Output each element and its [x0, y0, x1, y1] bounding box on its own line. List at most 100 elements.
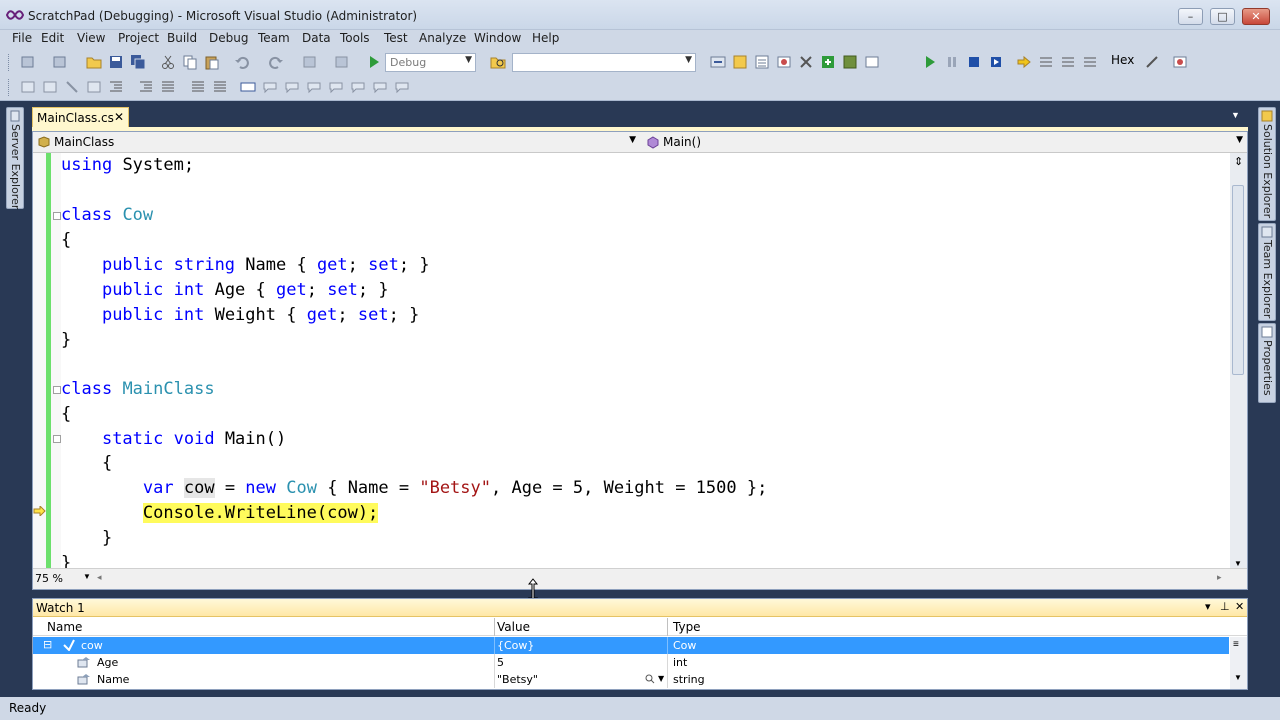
- outline-collapse-main[interactable]: [53, 435, 61, 443]
- tab-dropdown-icon[interactable]: ▼: [1231, 110, 1240, 120]
- toolbar-grip[interactable]: [8, 54, 11, 71]
- paste-icon[interactable]: [204, 54, 220, 70]
- break-all-icon[interactable]: [944, 54, 960, 70]
- previous-bookmark-in-document-icon[interactable]: [372, 79, 388, 95]
- object-browser-icon[interactable]: [776, 54, 792, 70]
- watch-vertical-scrollbar[interactable]: ≡ ▼: [1230, 637, 1247, 689]
- new-project-icon[interactable]: [20, 54, 36, 70]
- copy-icon[interactable]: [182, 54, 198, 70]
- toolbar-grip[interactable]: [8, 79, 11, 96]
- code-area[interactable]: using System; class Cow { public string …: [61, 153, 1231, 568]
- step-into-icon[interactable]: [1038, 54, 1054, 70]
- menu-project[interactable]: Project: [118, 31, 159, 45]
- menu-test[interactable]: Test: [384, 31, 408, 45]
- menu-help[interactable]: Help: [532, 31, 559, 45]
- comment-out-icon[interactable]: [160, 79, 176, 95]
- properties-tab[interactable]: Properties: [1258, 323, 1276, 403]
- column-divider[interactable]: [494, 618, 495, 636]
- scroll-left-icon[interactable]: ◂: [97, 572, 102, 583]
- outline-collapse-mainclass[interactable]: [53, 386, 61, 394]
- step-out-icon[interactable]: [1082, 54, 1098, 70]
- next-bookmark-in-folder-icon[interactable]: [350, 79, 366, 95]
- minimize-button[interactable]: –: [1178, 8, 1203, 25]
- menu-debug[interactable]: Debug: [209, 31, 248, 45]
- server-explorer-tab[interactable]: Server Explorer: [6, 107, 24, 209]
- watch-row-age[interactable]: Age 5 int: [33, 654, 1229, 671]
- output-window-icon[interactable]: [1172, 54, 1188, 70]
- restart-icon[interactable]: [988, 54, 1004, 70]
- open-file-icon[interactable]: [86, 54, 102, 70]
- visualizer-dropdown-icon[interactable]: ▼: [658, 674, 664, 683]
- scroll-down-icon[interactable]: ▼: [1234, 559, 1242, 568]
- outline-collapse-cow[interactable]: [53, 212, 61, 220]
- solution-explorer-icon[interactable]: [732, 54, 748, 70]
- window-position-icon[interactable]: ▾: [1205, 600, 1211, 613]
- solution-configuration-combo[interactable]: Debug ▼: [385, 53, 476, 72]
- decrease-indent-icon[interactable]: [108, 79, 124, 95]
- menu-view[interactable]: View: [77, 31, 105, 45]
- menu-tools[interactable]: Tools: [340, 31, 370, 45]
- navigate-forward-icon[interactable]: [334, 54, 350, 70]
- type-dropdown[interactable]: MainClass ▼: [34, 133, 640, 151]
- start-debugging-icon[interactable]: [366, 54, 382, 70]
- watch-value-cell[interactable]: {Cow}: [497, 639, 534, 652]
- scroll-down-icon[interactable]: ▼: [1234, 673, 1242, 682]
- display-word-completion-icon[interactable]: [86, 79, 102, 95]
- column-type-header[interactable]: Type: [673, 620, 701, 634]
- step-over-icon[interactable]: [1060, 54, 1076, 70]
- hex-toggle[interactable]: Hex: [1111, 53, 1134, 67]
- column-name-header[interactable]: Name: [47, 620, 82, 634]
- split-handle-icon[interactable]: ⇕: [1234, 155, 1243, 168]
- team-explorer-tab[interactable]: Team Explorer: [1258, 223, 1276, 321]
- close-tab-icon[interactable]: ✕: [114, 110, 124, 124]
- watch-value-cell[interactable]: 5: [497, 656, 504, 669]
- extension-manager-icon[interactable]: [842, 54, 858, 70]
- display-quick-info-icon[interactable]: [64, 79, 80, 95]
- redo-icon[interactable]: [268, 54, 284, 70]
- properties-window-icon[interactable]: [754, 54, 770, 70]
- bookmark-folder-icon[interactable]: [284, 79, 300, 95]
- collapse-icon[interactable]: ⊟: [43, 638, 52, 651]
- save-all-icon[interactable]: [130, 54, 146, 70]
- document-tab-mainclass[interactable]: MainClass.cs ✕: [32, 107, 129, 127]
- editor-scroll-thumb[interactable]: [1232, 185, 1244, 375]
- watch-value-cell[interactable]: "Betsy": [497, 673, 538, 686]
- auto-hide-pin-icon[interactable]: ⊥: [1220, 600, 1230, 613]
- next-bookmark-in-document-icon[interactable]: [394, 79, 410, 95]
- column-divider[interactable]: [667, 618, 668, 636]
- increase-indent-icon[interactable]: [138, 79, 154, 95]
- previous-bookmark-icon[interactable]: [240, 79, 256, 95]
- zoom-dropdown-icon[interactable]: ▼: [83, 572, 91, 581]
- menu-file[interactable]: File: [12, 31, 32, 45]
- menu-window[interactable]: Window: [474, 31, 521, 45]
- close-watch-icon[interactable]: ✕: [1235, 600, 1244, 613]
- toolbox-icon[interactable]: [798, 54, 814, 70]
- member-dropdown[interactable]: Main() ▼: [643, 133, 1247, 151]
- undo-icon[interactable]: [234, 54, 250, 70]
- column-value-header[interactable]: Value: [497, 620, 530, 634]
- add-item-icon[interactable]: [52, 54, 68, 70]
- breakpoints-icon[interactable]: [1144, 54, 1160, 70]
- find-in-files-icon[interactable]: [490, 54, 506, 70]
- start-page-icon[interactable]: [864, 54, 880, 70]
- editor-watch-splitter[interactable]: [32, 590, 1248, 598]
- stop-debugging-icon[interactable]: [966, 54, 982, 70]
- maximize-button[interactable]: □: [1210, 8, 1235, 25]
- menu-analyze[interactable]: Analyze: [419, 31, 466, 45]
- find-combo[interactable]: ▼: [512, 53, 696, 72]
- menu-edit[interactable]: Edit: [41, 31, 64, 45]
- watch-row-cow[interactable]: ⊟ cow {Cow} Cow: [33, 637, 1229, 654]
- cut-icon[interactable]: [160, 54, 176, 70]
- uncomment-icon[interactable]: [190, 79, 206, 95]
- previous-bookmark-in-folder-icon[interactable]: [328, 79, 344, 95]
- magnifier-icon[interactable]: [645, 674, 655, 684]
- menu-team[interactable]: Team: [258, 31, 290, 45]
- scroll-grip-icon[interactable]: ≡: [1233, 639, 1239, 650]
- show-next-statement-icon[interactable]: [1016, 54, 1032, 70]
- zoom-level[interactable]: 75 %: [35, 572, 63, 585]
- team-explorer-icon[interactable]: [820, 54, 836, 70]
- scroll-right-icon[interactable]: ▸: [1217, 572, 1222, 583]
- toggle-bookmark-icon[interactable]: [212, 79, 228, 95]
- menu-data[interactable]: Data: [302, 31, 331, 45]
- continue-icon[interactable]: [922, 54, 938, 70]
